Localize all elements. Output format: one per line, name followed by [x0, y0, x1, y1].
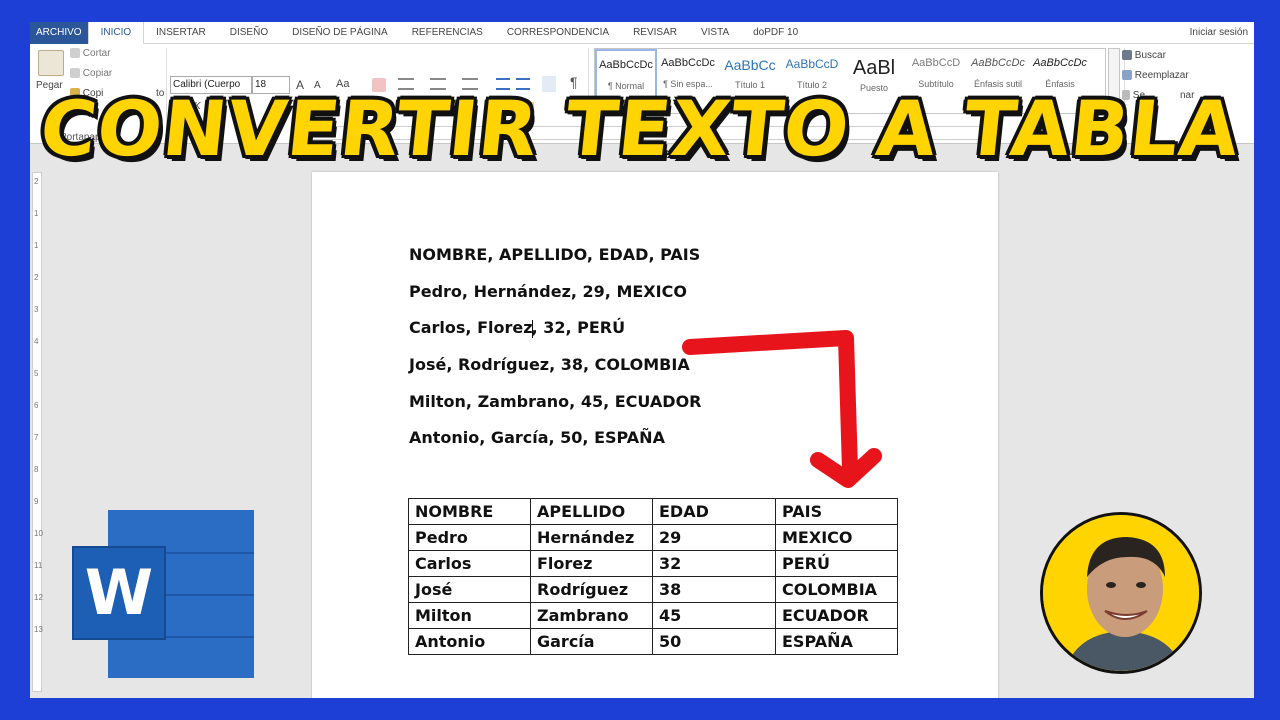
scissors-icon [70, 48, 80, 59]
table-cell[interactable]: Milton [408, 602, 531, 629]
style-preview: AaBbCcDc [1033, 57, 1087, 69]
word-logo-letter: W [72, 546, 166, 640]
table-cell[interactable]: MEXICO [775, 524, 898, 551]
table-cell[interactable]: Antonio [408, 628, 531, 655]
table-cell[interactable]: 29 [652, 524, 776, 551]
table-cell[interactable]: Pedro [408, 524, 531, 551]
text-line[interactable]: Antonio, García, 50, ESPAÑA [409, 428, 665, 447]
ruler-mark: 1 [34, 209, 39, 218]
copy-label: Copiar [82, 68, 113, 79]
cut-label: Cortar [82, 48, 111, 59]
table-cell[interactable]: Carlos [408, 550, 531, 577]
text-line[interactable]: Milton, Zambrano, 45, ECUADOR [409, 392, 701, 411]
ruler-mark: 5 [34, 369, 39, 378]
table-cell[interactable]: 38 [652, 576, 776, 603]
cut-button[interactable]: Cortar [70, 48, 111, 59]
tab-vista[interactable]: VISTA [689, 22, 741, 44]
ruler-mark: 10 [34, 529, 43, 538]
table-cell[interactable]: Zambrano [530, 602, 653, 629]
text-line[interactable]: José, Rodríguez, 38, COLOMBIA [409, 355, 690, 374]
copy-icon [70, 68, 80, 79]
replace-label: Reemplazar [1134, 70, 1189, 81]
signin-link[interactable]: Iniciar sesión [1178, 22, 1254, 44]
table-cell[interactable]: EDAD [652, 498, 776, 525]
table-cell[interactable]: Hernández [530, 524, 653, 551]
style-preview: AaBbCcD [785, 57, 839, 71]
table-row: Carlos Florez 32 PERÚ [408, 550, 898, 577]
table-row: José Rodríguez 38 COLOMBIA [408, 576, 898, 603]
document-page[interactable]: NOMBRE, APELLIDO, EDAD, PAIS Pedro, Hern… [312, 172, 998, 698]
tab-diseno-pagina[interactable]: DISEÑO DE PÁGINA [280, 22, 400, 44]
ruler-mark: 13 [34, 625, 43, 634]
text-before-cursor: Carlos, Florez [409, 318, 533, 337]
table-cell[interactable]: José [408, 576, 531, 603]
table-cell[interactable]: García [530, 628, 653, 655]
ruler-mark: 8 [34, 465, 39, 474]
tab-archivo[interactable]: ARCHIVO [30, 22, 88, 44]
table-header-row: NOMBRE APELLIDO EDAD PAIS [408, 498, 898, 525]
text-line-with-cursor[interactable]: Carlos, Florez, 32, PERÚ [409, 318, 625, 338]
presenter-face [1043, 515, 1199, 671]
ruler-mark: 12 [34, 593, 43, 602]
style-preview: AaBbCcDc [599, 59, 653, 71]
text-line[interactable]: Pedro, Hernández, 29, MEXICO [409, 282, 687, 301]
ruler-mark: 1 [34, 241, 39, 250]
tab-referencias[interactable]: REFERENCIAS [400, 22, 495, 44]
table-cell[interactable]: Florez [530, 550, 653, 577]
text-line[interactable]: NOMBRE, APELLIDO, EDAD, PAIS [409, 245, 700, 264]
table-cell[interactable]: 50 [652, 628, 776, 655]
table-row: Milton Zambrano 45 ECUADOR [408, 602, 898, 629]
table-cell[interactable]: COLOMBIA [775, 576, 898, 603]
table-cell[interactable]: PERÚ [775, 550, 898, 577]
tab-inicio[interactable]: INICIO [87, 22, 145, 44]
table-cell[interactable]: 45 [652, 602, 776, 629]
result-table[interactable]: NOMBRE APELLIDO EDAD PAIS Pedro Hernández 29 ME… [408, 498, 898, 655]
ruler-mark: 4 [34, 337, 39, 346]
table-cell[interactable]: Rodríguez [530, 576, 653, 603]
presenter-avatar [1040, 512, 1202, 674]
table-cell[interactable]: NOMBRE [408, 498, 531, 525]
style-preview: AaBbCcDc [971, 57, 1025, 69]
style-preview: AaBbCcDc [661, 57, 715, 69]
binoculars-icon [1122, 50, 1132, 61]
tab-dopdf[interactable]: doPDF 10 [741, 22, 810, 44]
tab-revisar[interactable]: REVISAR [621, 22, 689, 44]
vertical-ruler[interactable]: 2 1 1 2 3 4 5 6 7 8 9 10 11 12 13 [32, 172, 43, 692]
tab-insertar[interactable]: INSERTAR [144, 22, 218, 44]
ruler-mark: 9 [34, 497, 39, 506]
table-cell[interactable]: PAIS [775, 498, 898, 525]
table-cell[interactable]: ECUADOR [775, 602, 898, 629]
ribbon-tabs: ARCHIVO INICIO INSERTAR DISEÑO DISEÑO DE… [30, 22, 1254, 44]
table-row: Pedro Hernández 29 MEXICO [408, 524, 898, 551]
table-cell[interactable]: APELLIDO [530, 498, 653, 525]
ruler-mark: 2 [34, 177, 39, 186]
ruler-mark: 2 [34, 273, 39, 282]
clipboard-icon [38, 50, 64, 76]
style-preview: AaBl [852, 57, 896, 79]
find-label: Buscar [1134, 50, 1166, 61]
ruler-mark: 3 [34, 305, 39, 314]
table-cell[interactable]: 32 [652, 550, 776, 577]
text-after-cursor: , 32, PERÚ [531, 318, 626, 337]
table-row: Antonio García 50 ESPAÑA [408, 628, 898, 655]
tab-correspondencia[interactable]: CORRESPONDENCIA [495, 22, 621, 44]
tab-diseno[interactable]: DISEÑO [218, 22, 280, 44]
ruler-mark: 11 [34, 561, 43, 570]
style-preview: AaBbCcD [911, 57, 961, 69]
copy-button[interactable]: Copiar [70, 68, 112, 79]
style-preview: AaBbCc [724, 57, 776, 73]
table-cell[interactable]: ESPAÑA [775, 628, 898, 655]
replace-button[interactable]: Reemplazar [1122, 70, 1189, 81]
ruler-mark: 7 [34, 433, 39, 442]
find-button[interactable]: Buscar [1122, 50, 1166, 61]
headline-title: CONVERTIR TEXTO A TABLA [36, 84, 1244, 173]
ruler-mark: 6 [34, 401, 39, 410]
replace-icon [1122, 70, 1132, 81]
